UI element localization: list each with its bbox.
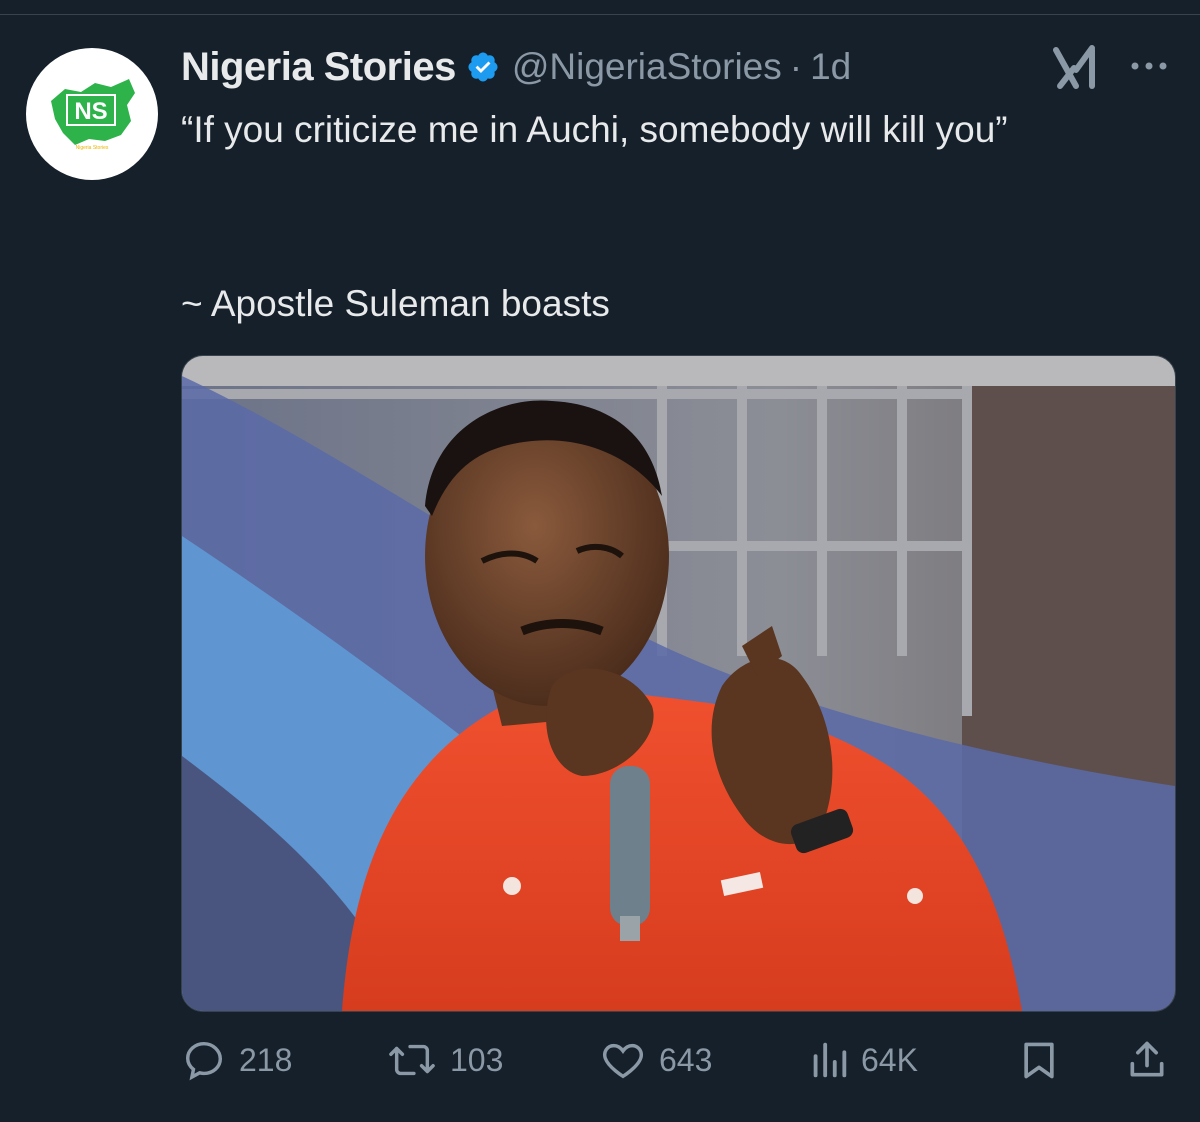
nigeria-stories-logo: NS Nigeria Stories bbox=[51, 79, 135, 151]
author-display-name[interactable]: Nigeria Stories bbox=[181, 45, 456, 90]
tweet-actions: 218 103 643 64K bbox=[181, 1030, 1171, 1090]
heart-icon bbox=[603, 1043, 643, 1079]
reply-count: 218 bbox=[239, 1041, 293, 1078]
top-divider bbox=[0, 0, 1200, 15]
author-handle[interactable]: @NigeriaStories bbox=[512, 46, 782, 88]
verified-badge-icon[interactable] bbox=[466, 50, 500, 84]
bookmark-icon bbox=[1024, 1042, 1054, 1079]
tweet-attribution: ~ Apostle Suleman boasts bbox=[181, 283, 610, 324]
reply-button[interactable]: 218 bbox=[181, 1030, 292, 1090]
grok-icon[interactable] bbox=[1052, 44, 1102, 92]
tweet-header: Nigeria Stories @NigeriaStories · 1d bbox=[181, 42, 851, 92]
retweet-icon bbox=[389, 1044, 435, 1076]
share-icon bbox=[1130, 1041, 1164, 1077]
time-separator: · bbox=[789, 46, 803, 87]
retweet-count: 103 bbox=[450, 1041, 504, 1078]
views-icon bbox=[813, 1042, 847, 1078]
reply-icon bbox=[185, 1041, 223, 1081]
photo-man-with-microphone bbox=[182, 356, 1175, 1011]
like-button[interactable]: 643 bbox=[599, 1030, 712, 1090]
more-icon[interactable] bbox=[1128, 56, 1170, 76]
share-button[interactable] bbox=[1125, 1030, 1169, 1090]
views-button[interactable]: 64K bbox=[809, 1030, 918, 1090]
retweet-button[interactable]: 103 bbox=[386, 1030, 503, 1090]
tweet-text: “If you criticize me in Auchi, somebody … bbox=[181, 109, 1008, 150]
logo-caption: Nigeria Stories bbox=[76, 145, 109, 151]
tweet-time[interactable]: 1d bbox=[810, 46, 851, 88]
bookmark-button[interactable] bbox=[1017, 1030, 1061, 1090]
views-count: 64K bbox=[861, 1041, 918, 1078]
like-count: 643 bbox=[659, 1041, 713, 1078]
avatar[interactable]: NS Nigeria Stories bbox=[26, 48, 158, 180]
tweet-photo[interactable] bbox=[181, 355, 1176, 1012]
logo-text: NS bbox=[74, 98, 107, 125]
